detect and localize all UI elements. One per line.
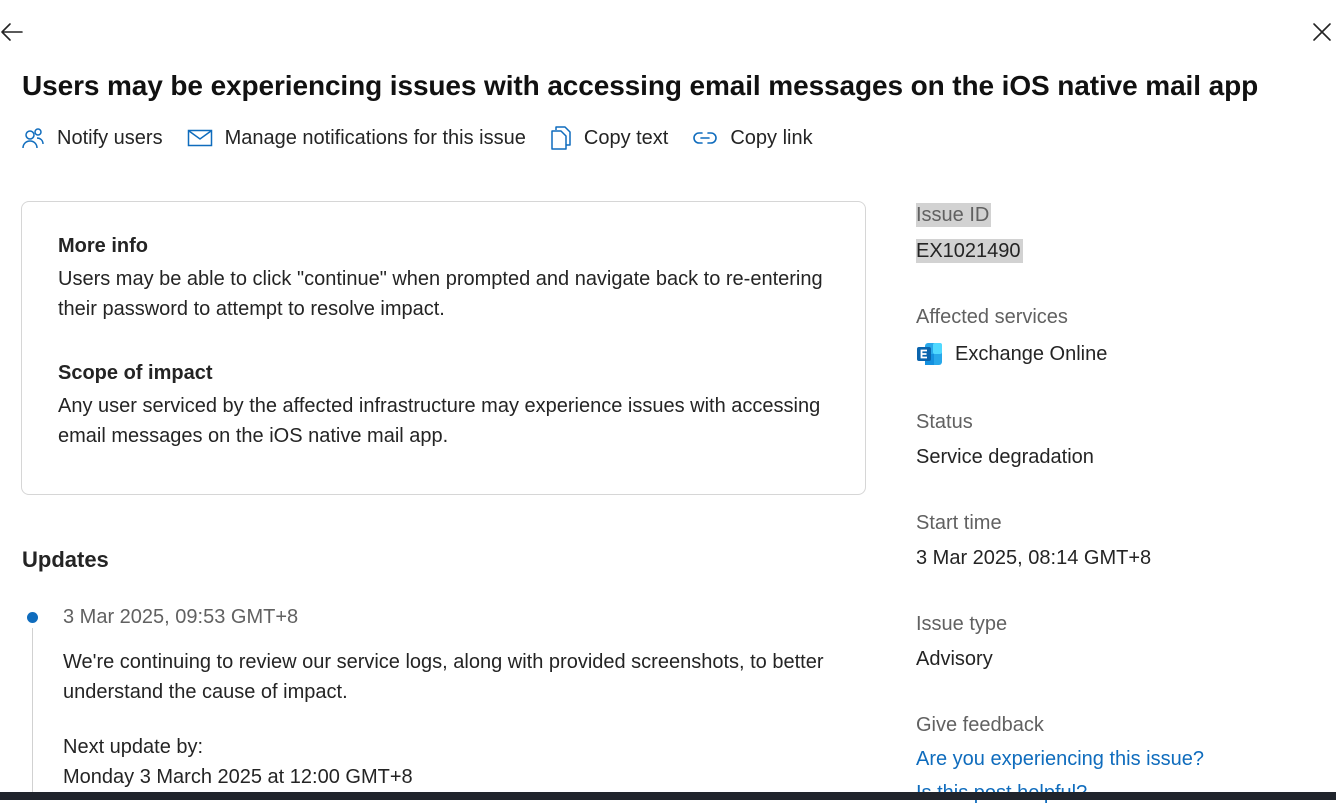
timeline-dot — [27, 612, 38, 623]
feedback-link[interactable]: Are you experiencing this issue? — [916, 748, 1204, 771]
issue-id-label: Issue ID — [916, 203, 992, 227]
exchange-icon — [917, 343, 942, 365]
scope-text: Any user serviced by the affected infras… — [58, 395, 821, 447]
issue-id-value: EX1021490 — [916, 239, 1023, 263]
issue-id-label-text: Issue ID — [916, 203, 992, 227]
notify-users-label: Notify users — [57, 126, 163, 149]
notify-users-button[interactable]: Notify users — [21, 126, 163, 150]
mail-icon — [187, 129, 212, 147]
copy-text-label: Copy text — [583, 126, 669, 149]
manage-notifications-label: Manage notifications for this issue — [224, 126, 526, 149]
scope-heading: Scope of impact — [58, 362, 213, 384]
start-time-label: Start time — [916, 512, 1002, 534]
details-card: More info Users may be able to click "co… — [21, 201, 866, 495]
copy-link-button[interactable]: Copy link — [692, 126, 813, 150]
next-update-value: Monday 3 March 2025 at 12:00 GMT+8 — [63, 766, 413, 788]
close-icon — [1313, 23, 1331, 41]
next-update-label: Next update by: — [63, 736, 204, 758]
issue-type-value: Advisory — [916, 648, 993, 670]
timeline-line — [32, 628, 33, 798]
manage-notifications-button[interactable]: Manage notifications for this issue — [187, 127, 526, 150]
link-icon — [693, 132, 718, 144]
more-info-text: Users may be able to click "continue" wh… — [58, 268, 823, 320]
issue-id-text: EX1021490 — [916, 239, 1023, 263]
status-value: Service degradation — [916, 446, 1094, 468]
people-icon — [22, 128, 44, 149]
close-button[interactable] — [1308, 18, 1336, 46]
affected-service: Exchange Online — [916, 342, 1107, 366]
affected-services-label: Affected services — [916, 306, 1068, 328]
issue-type-label: Issue type — [916, 613, 1008, 635]
toolbar: Notify users Manage notifications for th… — [21, 122, 837, 154]
update-body: We're continuing to review our service l… — [63, 651, 824, 703]
taskbar-strip — [0, 792, 1336, 800]
updates-heading: Updates — [22, 547, 109, 572]
more-info-heading: More info — [58, 235, 148, 257]
service-name: Exchange Online — [955, 342, 1108, 365]
give-feedback-label: Give feedback — [916, 714, 1044, 736]
start-time-value: 3 Mar 2025, 08:14 GMT+8 — [916, 547, 1152, 569]
page-title: Users may be experiencing issues with ac… — [22, 70, 1259, 101]
back-button[interactable] — [0, 18, 24, 46]
status-label: Status — [916, 411, 973, 433]
copy-text-button[interactable]: Copy text — [550, 125, 668, 151]
update-timestamp: 3 Mar 2025, 09:53 GMT+8 — [63, 606, 299, 628]
copy-icon — [551, 126, 571, 150]
arrow-left-icon — [1, 23, 23, 41]
copy-link-label: Copy link — [730, 126, 813, 149]
